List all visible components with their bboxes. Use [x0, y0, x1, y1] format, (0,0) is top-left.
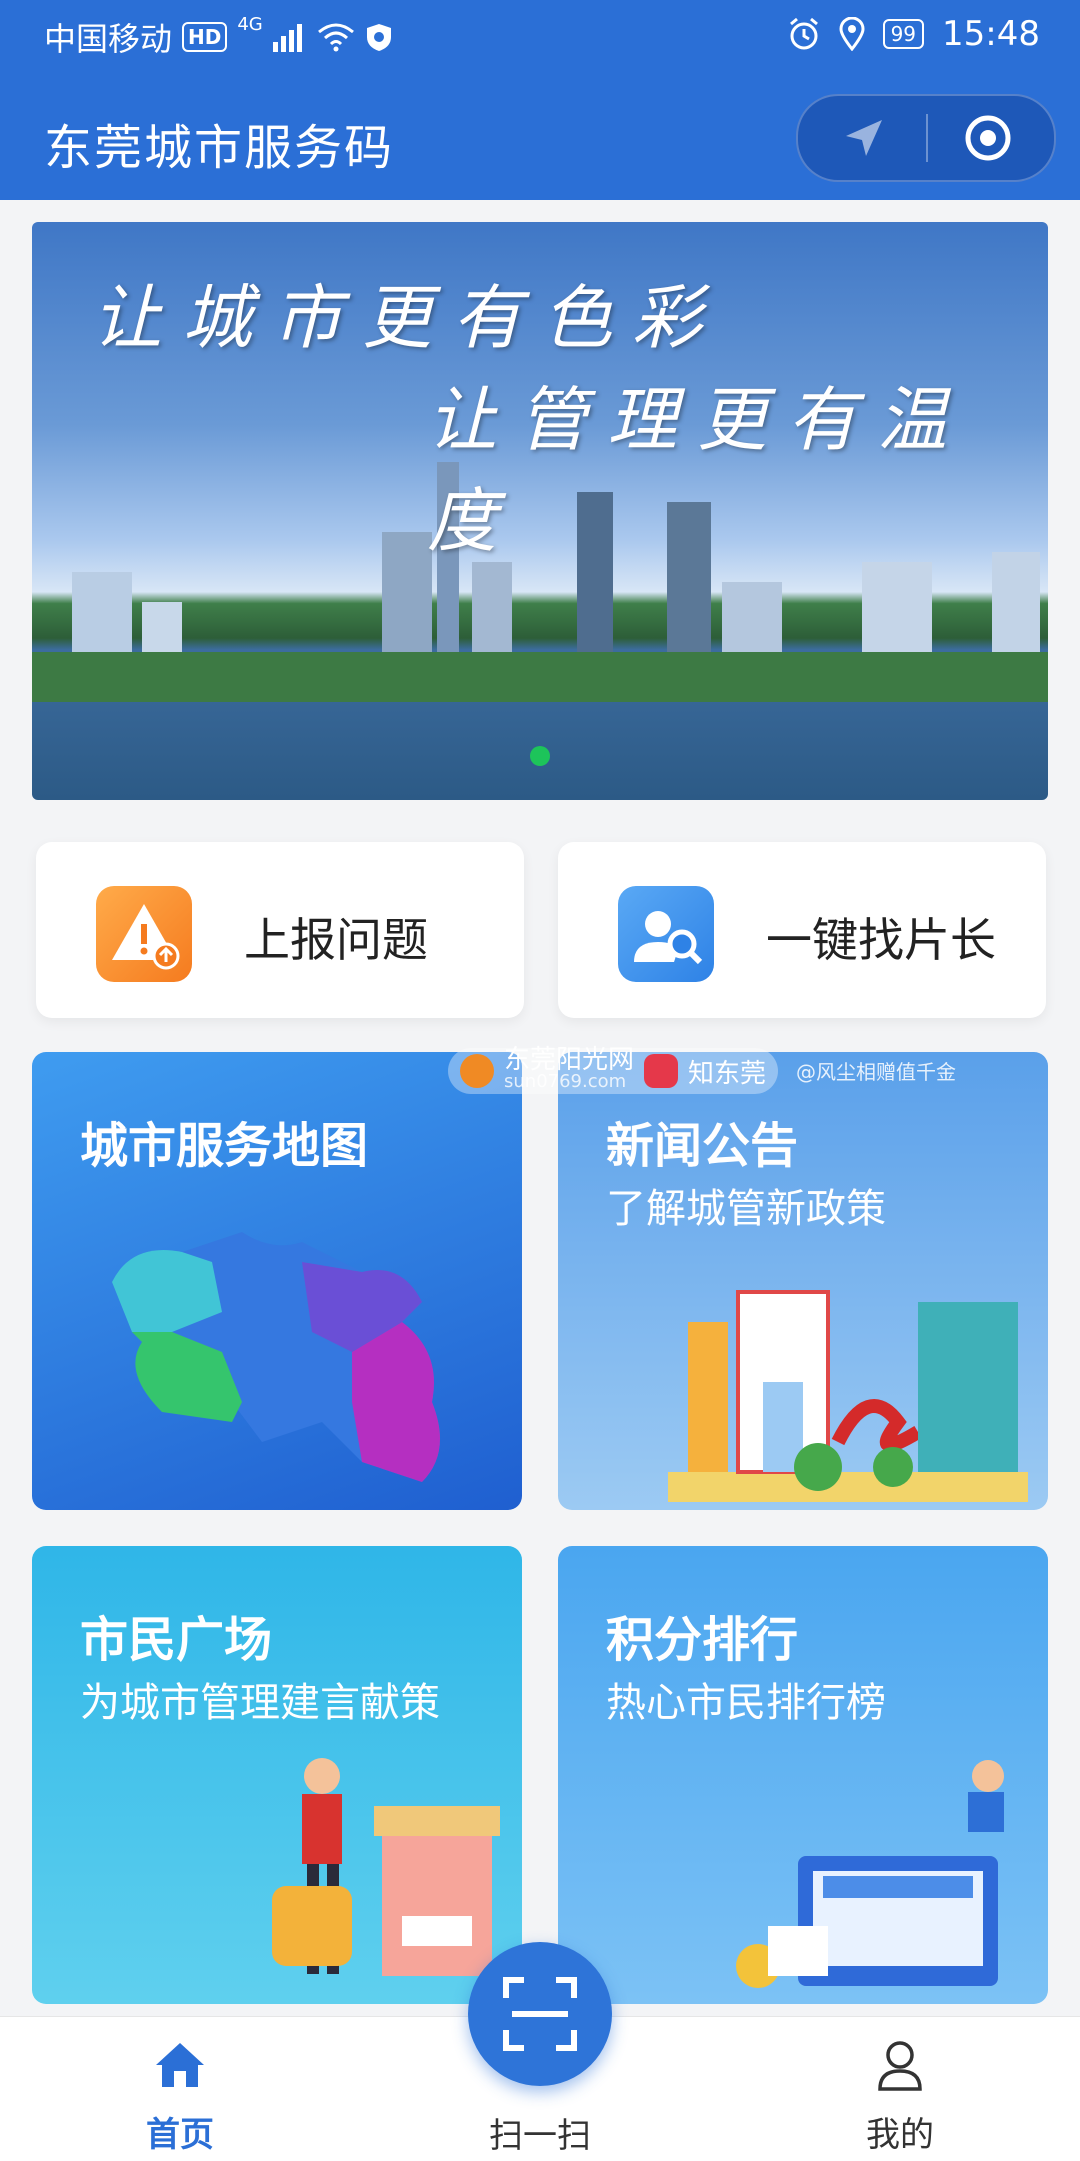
report-issue-label: 上报问题: [244, 913, 428, 967]
scan-icon: [503, 1977, 577, 2051]
user-profile-icon: [878, 2041, 922, 2091]
city-landmark-illustration: [668, 1290, 1028, 1502]
signal-icon: [272, 24, 302, 52]
tab-mine[interactable]: 我的: [800, 2017, 1000, 2161]
tile-title: 积分排行: [606, 1612, 799, 1668]
find-area-leader-button[interactable]: 一键找片长: [558, 842, 1046, 1018]
carrier-label: 中国移动: [44, 20, 173, 58]
watermark-note: @风尘相赠值千金: [796, 1060, 956, 1084]
status-left: 中国移动 HD 4G: [44, 14, 393, 60]
clock: 15:48: [942, 14, 1040, 54]
wifi-icon: [317, 23, 354, 52]
app-header: 东莞城市服务码: [0, 72, 1080, 200]
watermark-app: 知东莞: [688, 1058, 767, 1089]
find-area-leader-label: 一键找片长: [766, 913, 996, 967]
home-icon: [156, 2043, 204, 2087]
user-search-icon: [618, 886, 714, 982]
district-map-illustration: [112, 1232, 440, 1482]
banner-slogan-line2: 让管理更有温度: [427, 379, 967, 562]
tab-home-label: 首页: [146, 2115, 214, 2155]
status-right: 99 15:48: [787, 14, 1040, 54]
online-shop-illustration: [736, 1760, 1004, 1988]
banner-carousel[interactable]: 让城市更有色彩 让管理更有温度: [32, 222, 1048, 800]
alarm-icon: [789, 17, 818, 50]
warning-upload-icon: [96, 886, 192, 982]
location-icon: [839, 17, 865, 51]
status-bar: 中国移动 HD 4G 99 15:48: [0, 0, 1080, 72]
tab-mine-label: 我的: [866, 2115, 934, 2155]
banner-slogan-line1: 让城市更有色彩: [92, 277, 722, 359]
tab-home[interactable]: 首页: [80, 2017, 280, 2161]
watermark-overlay: 东莞阳光网 sun0769.com 知东莞: [448, 1045, 779, 1094]
tile-title: 市民广场: [80, 1612, 273, 1668]
shield-icon: [366, 24, 391, 51]
points-ranking-tile[interactable]: 积分排行 热心市民排行榜: [558, 1546, 1048, 2004]
page-title: 东莞城市服务码: [44, 120, 395, 176]
capsule-divider: [926, 114, 928, 162]
tile-subtitle: 为城市管理建言献策: [80, 1680, 440, 1726]
navigate-arrow-icon[interactable]: [842, 116, 886, 160]
tile-title: 城市服务地图: [80, 1118, 369, 1174]
watermark-site: 东莞阳光网 sun0769.com: [504, 1045, 635, 1092]
app-logo-icon: [644, 1054, 679, 1088]
hd-icon: HD: [182, 22, 228, 52]
news-announcement-tile[interactable]: 新闻公告 了解城管新政策: [558, 1052, 1048, 1510]
suggestion-box-illustration: [272, 1758, 500, 1976]
carousel-indicator[interactable]: [530, 746, 550, 766]
report-issue-button[interactable]: 上报问题: [36, 842, 524, 1018]
scan-button[interactable]: [468, 1942, 612, 2086]
tile-subtitle: 热心市民排行榜: [606, 1680, 886, 1726]
scan-label: 扫一扫: [489, 2116, 591, 2156]
city-service-map-tile[interactable]: 城市服务地图: [32, 1052, 522, 1510]
sun-logo-icon: [460, 1054, 494, 1088]
tile-title: 新闻公告: [606, 1118, 799, 1174]
citizen-plaza-tile[interactable]: 市民广场 为城市管理建言献策: [32, 1546, 522, 2004]
network-label: 4G: [237, 14, 263, 35]
tile-subtitle: 了解城管新政策: [606, 1186, 886, 1232]
miniprogram-capsule: [796, 94, 1056, 182]
close-target-icon[interactable]: [964, 114, 1012, 162]
battery-icon: 99: [882, 19, 925, 49]
